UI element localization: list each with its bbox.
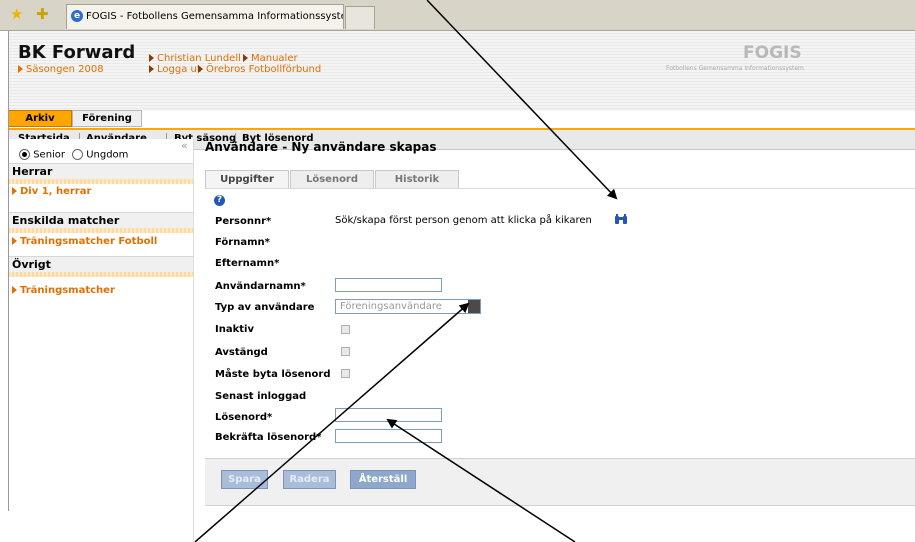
arrow-to-search	[426, 0, 618, 200]
arrow-to-user-type	[194, 302, 470, 542]
annotation-arrows	[194, 0, 618, 542]
arrow-to-password	[386, 418, 576, 542]
